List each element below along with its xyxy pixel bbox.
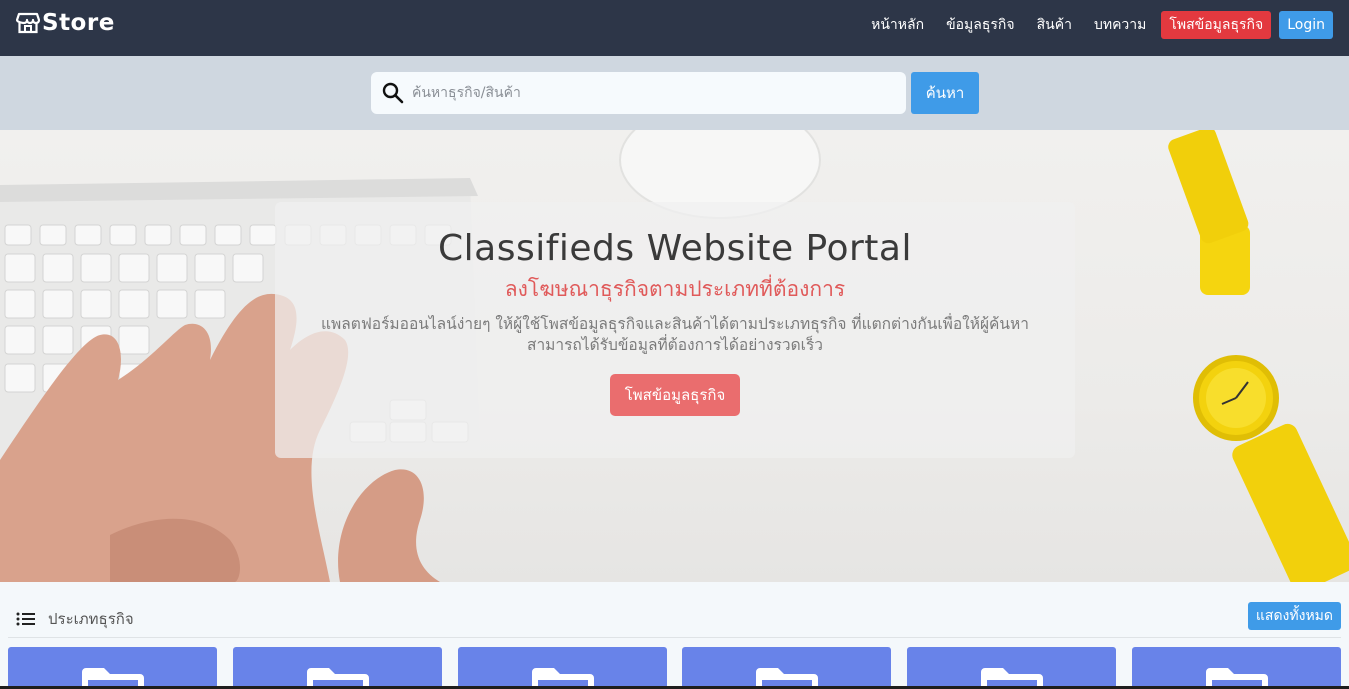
hero-post-business-button[interactable]: โพสข้อมูลธุรกิจ <box>609 374 741 416</box>
category-title-label: ประเภทธุรกิจ <box>48 610 134 628</box>
store-icon <box>16 12 40 34</box>
category-card[interactable] <box>1132 647 1341 689</box>
hero-panel: Classifieds Website Portal ลงโฆษณาธุรกิจ… <box>275 202 1075 458</box>
category-card[interactable] <box>458 647 667 689</box>
post-business-button[interactable]: โพสข้อมูลธุรกิจ <box>1161 11 1272 39</box>
show-all-button[interactable]: แสดงทั้งหมด <box>1247 602 1341 630</box>
category-card[interactable] <box>682 647 891 689</box>
nav-business-info[interactable]: ข้อมูลธุรกิจ <box>946 14 1015 36</box>
search-box <box>371 72 906 114</box>
login-button[interactable]: Login <box>1279 11 1333 39</box>
hero-title: Classifieds Website Portal <box>438 228 912 269</box>
nav-articles[interactable]: บทความ <box>1094 14 1146 36</box>
category-card[interactable] <box>233 647 442 689</box>
brand-name: Store <box>42 10 115 36</box>
search-input[interactable] <box>412 85 892 101</box>
nav-products[interactable]: สินค้า <box>1037 14 1072 36</box>
category-title: ประเภทธุรกิจ <box>16 607 134 631</box>
list-icon <box>16 612 35 626</box>
search-icon <box>382 82 404 104</box>
category-card[interactable] <box>907 647 1116 689</box>
top-navbar: Store หน้าหลัก ข้อมูลธุรกิจ สินค้า บทควา… <box>0 0 1349 56</box>
search-button[interactable]: ค้นหา <box>911 72 979 114</box>
brand-logo[interactable]: Store <box>16 10 115 36</box>
search-strip: ค้นหา <box>0 56 1349 130</box>
hero-banner: Classifieds Website Portal ลงโฆษณาธุรกิจ… <box>0 130 1349 582</box>
nav-home[interactable]: หน้าหลัก <box>871 14 924 36</box>
category-card[interactable] <box>8 647 217 689</box>
hero-subtitle: ลงโฆษณาธุรกิจตามประเภทที่ต้องการ <box>504 277 846 301</box>
category-cards <box>8 647 1341 689</box>
hero-description: แพลตฟอร์มออนไลน์ง่ายๆ ให้ผู้ใช้โพสข้อมูล… <box>321 315 1029 354</box>
nav-links: หน้าหลัก ข้อมูลธุรกิจ สินค้า บทความ โพสข… <box>849 11 1333 39</box>
category-header: ประเภทธุรกิจ แสดงทั้งหมด <box>8 598 1341 638</box>
